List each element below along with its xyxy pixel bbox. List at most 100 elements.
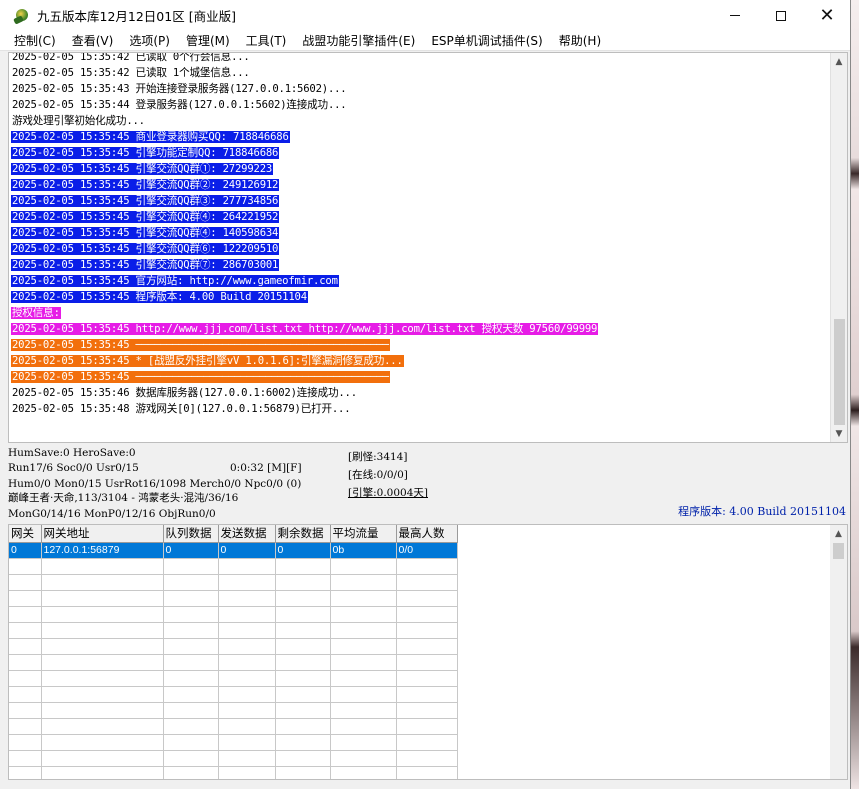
table-cell [163,750,219,767]
close-button[interactable]: ✕ [804,0,850,31]
table-cell [41,574,164,591]
col-gateway-address[interactable]: 网关地址 [41,525,164,543]
table-cell [218,622,276,639]
table-cell [275,718,331,735]
table-cell [330,750,397,767]
menu-esp-debug-plugin[interactable]: ESP单机调试插件(S) [423,32,550,49]
table-cell [396,622,458,639]
desktop-background [851,0,859,789]
table-cell [275,606,331,623]
log-text: 2025-02-05 15:35:45 引擎交流QQ群④: 264221952 [11,211,280,223]
minimize-button[interactable] [712,0,758,31]
scroll-down-icon[interactable]: ▼ [831,425,847,442]
log-line: 2025-02-05 15:35:45 程序版本: 4.00 Build 201… [11,289,830,305]
table-row[interactable] [9,622,458,639]
table-cell [330,622,397,639]
table-cell: 0/0 [396,542,458,559]
table-cell [9,638,42,655]
gateway-table-panel[interactable]: 网关 网关地址 队列数据 发送数据 剩余数据 平均流量 最高人数 0 127.0.… [8,524,848,780]
table-scroll-thumb[interactable] [833,543,844,559]
table-row[interactable] [9,558,458,575]
table-scrollbar[interactable]: ▲ [830,525,847,779]
table-row[interactable] [9,638,458,655]
table-row[interactable] [9,702,458,719]
col-avg-traffic[interactable]: 平均流量 [330,525,397,543]
table-cell [396,734,458,751]
table-row[interactable] [9,590,458,607]
scroll-up-icon[interactable]: ▲ [831,53,847,70]
table-row[interactable] [9,734,458,751]
table-cell [163,574,219,591]
table-cell [41,622,164,639]
log-panel[interactable]: 2025-02-05 15:35:42 已读取 0个行会信息... 2025-02… [8,52,848,443]
log-text: 2025-02-05 15:35:45 引擎交流QQ群④: 140598634 [11,227,280,239]
table-cell [330,590,397,607]
refresh-monster-count: [刷怪:3414] [348,451,408,463]
close-icon: ✕ [819,5,835,26]
log-line: 2025-02-05 15:35:45 引擎交流QQ群④: 140598634 [11,225,830,241]
engine-days-link[interactable]: [引擎:0.0004天] [348,486,428,500]
table-row[interactable] [9,766,458,779]
table-cell [163,670,219,687]
table-row[interactable] [9,670,458,687]
table-cell [396,558,458,575]
log-scrollbar[interactable]: ▲ ▼ [830,53,847,442]
menu-help[interactable]: 帮助(H) [551,32,609,49]
col-gateway[interactable]: 网关 [9,525,42,543]
minimize-icon [730,15,740,16]
log-line: 2025-02-05 15:35:45 引擎交流QQ群①: 27299223 [11,161,830,177]
table-cell [218,734,276,751]
table-row[interactable] [9,750,458,767]
table-cell [218,558,276,575]
log-scroll-thumb[interactable] [834,319,845,425]
menu-tools[interactable]: 工具(T) [238,32,295,49]
table-cell [396,750,458,767]
log-line: 2025-02-05 15:35:45 ────────────────────… [11,369,830,385]
table-row[interactable] [9,654,458,671]
table-cell [41,606,164,623]
col-sent-data[interactable]: 发送数据 [218,525,276,543]
table-cell [396,670,458,687]
menu-manage[interactable]: 管理(M) [178,32,238,49]
col-max-users[interactable]: 最高人数 [396,525,458,543]
table-cell [41,558,164,575]
log-text: 2025-02-05 15:35:46 数据库服务器(127.0.0.1:600… [12,387,357,399]
table-cell [163,606,219,623]
menu-control[interactable]: 控制(C) [6,32,64,49]
table-cell [218,702,276,719]
table-cell [330,558,397,575]
log-text: 游戏处理引擎初始化成功... [12,115,145,127]
log-text: 2025-02-05 15:35:45 引擎交流QQ群③: 277734856 [11,195,280,207]
log-line: 2025-02-05 15:35:45 引擎交流QQ群⑥: 122209510 [11,241,830,257]
status-panel: HumSave:0 HeroSave:0 Run17/6 Soc0/0 Usr0… [8,445,848,521]
table-cell [330,686,397,703]
col-remaining-data[interactable]: 剩余数据 [275,525,331,543]
table-cell [275,670,331,687]
table-cell [9,654,42,671]
table-row[interactable] [9,574,458,591]
table-cell [218,654,276,671]
table-row[interactable] [9,686,458,703]
table-row[interactable] [9,718,458,735]
table-row[interactable] [9,606,458,623]
table-cell [275,558,331,575]
log-line: 2025-02-05 15:35:45 官方网站: http://www.gam… [11,273,830,289]
app-icon [13,8,30,25]
log-text: 2025-02-05 15:35:45 商业登录器购买QQ: 718846686 [11,131,290,143]
table-cell [396,702,458,719]
table-cell [275,638,331,655]
table-cell [275,590,331,607]
col-queue-data[interactable]: 队列数据 [163,525,219,543]
menu-engine-plugin[interactable]: 战盟功能引擎插件(E) [294,32,423,49]
menu-view[interactable]: 查看(V) [64,32,122,49]
table-scroll-up-icon[interactable]: ▲ [830,525,847,542]
maximize-button[interactable] [758,0,804,31]
menu-options[interactable]: 选项(P) [121,32,178,49]
table-cell [41,654,164,671]
log-lines: 2025-02-05 15:35:42 已读取 0个行会信息... 2025-02… [11,53,830,417]
table-cell: 0 [275,542,331,559]
table-cell [163,718,219,735]
table-row[interactable]: 0 127.0.0.1:56879 0 0 0 0b 0/0 [9,542,458,559]
title-bar[interactable]: 九五版本库12月12日01区 [商业版] ✕ [0,0,850,31]
log-text: 2025-02-05 15:35:48 游戏网关[0](127.0.0.1:56… [12,403,351,415]
